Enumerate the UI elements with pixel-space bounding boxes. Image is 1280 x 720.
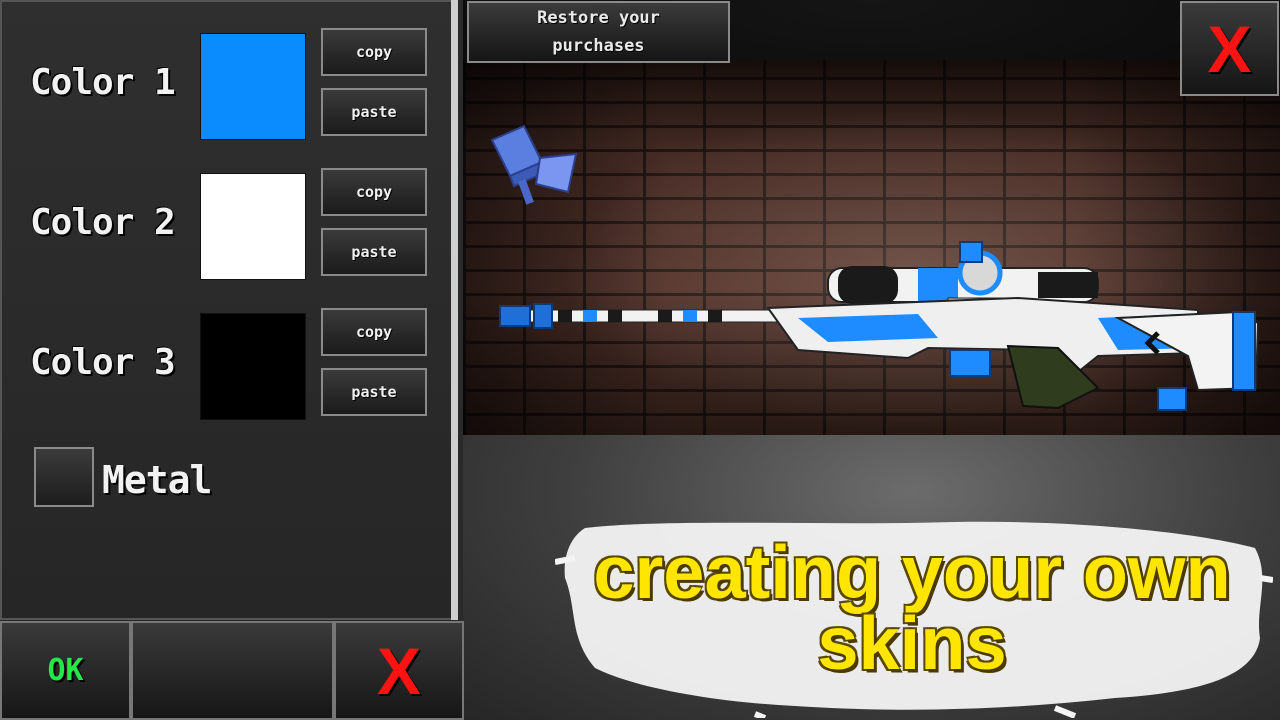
close-button[interactable]: X [1180, 1, 1279, 96]
close-icon: X [1207, 11, 1252, 86]
color-1-copy-button[interactable]: copy [321, 28, 427, 76]
ok-button[interactable]: OK [0, 621, 131, 720]
cancel-button[interactable]: X [334, 621, 464, 720]
color-2-label: Color 2 [30, 202, 176, 243]
metal-label: Metal [102, 458, 212, 502]
rifle-model[interactable] [498, 238, 1262, 413]
blank-button[interactable] [131, 621, 334, 720]
ok-label: OK [47, 653, 84, 688]
close-icon: X [376, 633, 422, 708]
banner-line-1: creating your own [593, 529, 1231, 615]
color-1-paste-button[interactable]: paste [321, 88, 427, 136]
color-3-paste-button[interactable]: paste [321, 368, 427, 416]
color-1-label: Color 1 [30, 62, 176, 103]
promo-banner: creating your own skins [552, 529, 1272, 686]
camera-icon[interactable] [484, 122, 580, 208]
color-2-paste-button[interactable]: paste [321, 228, 427, 276]
color-2-swatch[interactable] [200, 173, 306, 280]
color-3-copy-button[interactable]: copy [321, 308, 427, 356]
restore-purchases-button[interactable]: Restore your purchases [467, 1, 730, 63]
color-3-label: Color 3 [30, 342, 176, 383]
color-2-copy-button[interactable]: copy [321, 168, 427, 216]
banner-line-2: skins [817, 600, 1007, 686]
panel-scrollbar[interactable] [451, 0, 458, 620]
color-3-swatch[interactable] [200, 313, 306, 420]
color-1-swatch[interactable] [200, 33, 306, 140]
metal-checkbox[interactable] [34, 447, 94, 507]
